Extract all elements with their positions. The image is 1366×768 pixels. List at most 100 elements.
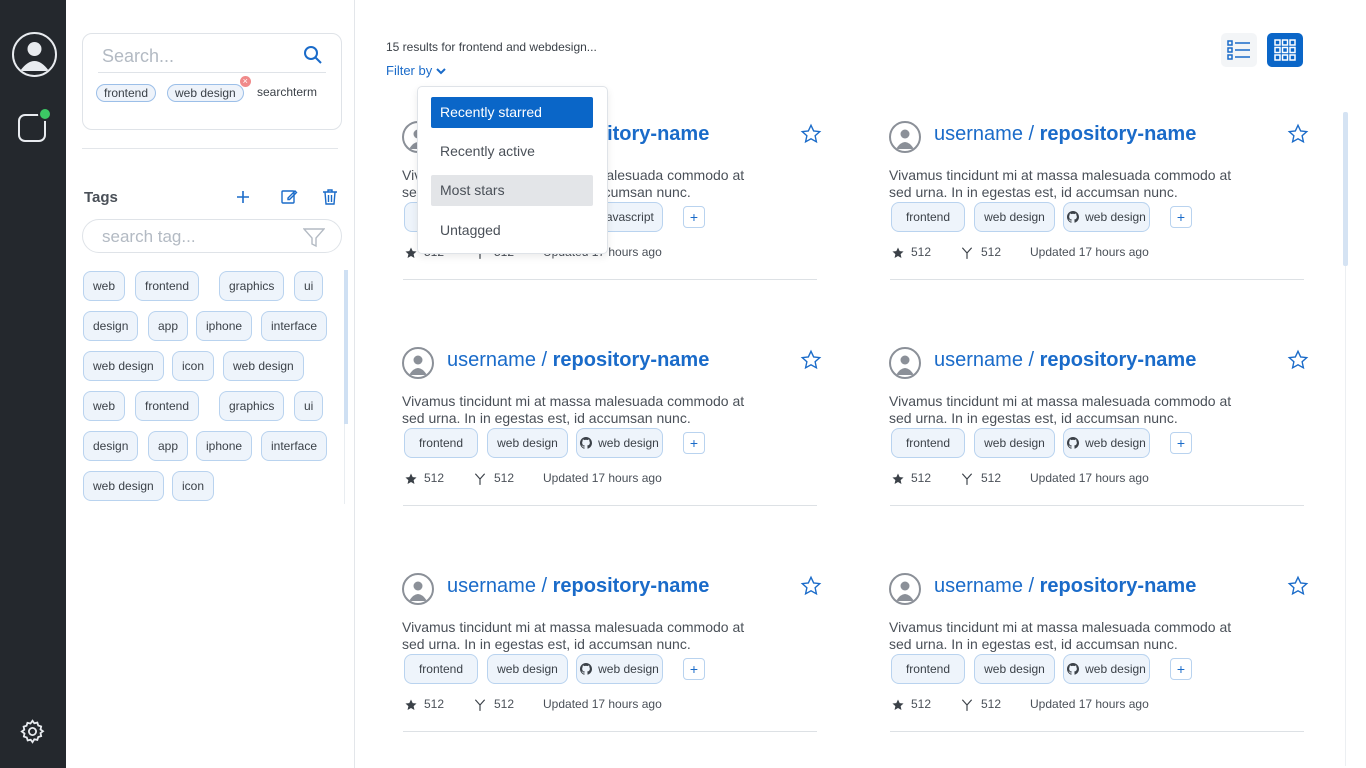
repo-tag-chip[interactable]: web design <box>576 428 663 458</box>
tag-chip[interactable]: iphone <box>196 311 253 341</box>
main-scrollbar[interactable] <box>1343 112 1348 266</box>
repo-tag-chip[interactable]: frontend <box>891 428 965 458</box>
tag-chip[interactable]: graphics <box>219 391 285 421</box>
repositories-icon[interactable] <box>18 107 52 142</box>
tag-search-box[interactable]: search tag... <box>82 219 342 253</box>
star-outline-icon[interactable] <box>1287 575 1309 597</box>
grid-view-icon <box>1274 39 1296 61</box>
fork-icon <box>474 473 486 485</box>
repo-tag-chip[interactable]: frontend <box>404 654 478 684</box>
repo-tag-chip[interactable]: web design <box>974 654 1055 684</box>
tag-chip[interactable]: ui <box>294 271 324 301</box>
tag-chip[interactable]: app <box>148 311 189 341</box>
repo-tag-label: frontend <box>418 436 464 450</box>
repo-tag-chip[interactable]: frontend <box>891 202 965 232</box>
menu-item-untagged[interactable]: Untagged <box>431 215 593 246</box>
tag-chip[interactable]: web <box>83 391 126 421</box>
card-divider <box>403 505 817 506</box>
sidebar: Search... frontend web design × searchter… <box>66 0 355 768</box>
star-outline-icon[interactable] <box>800 123 822 145</box>
tag-chip[interactable]: graphics <box>219 271 285 301</box>
repo-tag-label: web design <box>984 662 1045 676</box>
tag-chip[interactable]: web design <box>83 471 164 501</box>
tag-chip[interactable]: icon <box>172 351 215 381</box>
repo-title-link[interactable]: username / repository-name <box>447 349 709 372</box>
repo-tag-chip[interactable]: web design <box>487 428 568 458</box>
repo-title-link[interactable]: username / repository-name <box>934 123 1196 146</box>
search-input[interactable]: Search... <box>102 46 174 67</box>
star-filled-icon <box>405 247 417 258</box>
repo-tag-chip[interactable]: web design <box>576 654 663 684</box>
repo-title-link[interactable]: username / repository-name <box>934 575 1196 598</box>
tag-chip[interactable]: design <box>83 431 139 461</box>
repo-owner: username <box>934 575 1023 597</box>
grid-view-button[interactable] <box>1267 33 1303 67</box>
add-tag-icon[interactable] <box>232 186 254 208</box>
search-tag-chip[interactable]: web design × <box>167 76 251 102</box>
repo-tag-chip[interactable]: frontend <box>891 654 965 684</box>
github-icon <box>580 437 593 449</box>
repo-title-link[interactable]: username / repository-name <box>447 575 709 598</box>
tag-chip[interactable]: frontend <box>135 271 200 301</box>
tag-chip[interactable]: interface <box>261 431 328 461</box>
delete-tag-icon[interactable] <box>319 186 341 208</box>
owner-avatar-icon[interactable] <box>889 347 921 379</box>
search-icon[interactable] <box>303 45 323 65</box>
filter-by-button[interactable]: Filter by <box>386 63 446 78</box>
repo-tag-chip[interactable]: web design <box>1063 202 1150 232</box>
results-summary: 15 results for frontend and webdesign... <box>386 40 597 54</box>
add-repo-tag-button[interactable]: + <box>683 658 705 680</box>
repo-tag-chip[interactable]: web design <box>487 654 568 684</box>
owner-avatar-icon[interactable] <box>889 573 921 605</box>
star-outline-icon[interactable] <box>1287 123 1309 145</box>
repo-owner: username <box>447 349 536 371</box>
tag-chip[interactable]: design <box>83 311 139 341</box>
menu-item-recently-starred[interactable]: Recently starred <box>431 97 593 128</box>
star-outline-icon[interactable] <box>800 575 822 597</box>
settings-gear-icon[interactable] <box>19 718 46 745</box>
repo-tag-chip[interactable]: web design <box>1063 428 1150 458</box>
fork-icon <box>961 247 973 259</box>
repo-tag-chip[interactable]: web design <box>974 428 1055 458</box>
menu-item-most-stars[interactable]: Most stars <box>431 175 593 206</box>
repo-tag-chip[interactable]: web design <box>974 202 1055 232</box>
edit-tag-icon[interactable] <box>278 186 300 208</box>
add-repo-tag-button[interactable]: + <box>1170 206 1192 228</box>
tag-chip[interactable]: iphone <box>196 431 253 461</box>
tag-chip[interactable]: app <box>148 431 189 461</box>
search-tag-chip[interactable]: frontend <box>96 84 157 102</box>
menu-item-recently-active[interactable]: Recently active <box>431 136 593 167</box>
tag-chip[interactable]: web design <box>223 351 304 381</box>
remove-tag-icon[interactable]: × <box>239 76 251 87</box>
filter-funnel-icon[interactable] <box>303 228 325 248</box>
owner-avatar-icon[interactable] <box>889 121 921 153</box>
tag-chip[interactable]: web <box>83 271 126 301</box>
tag-chip[interactable]: frontend <box>135 391 200 421</box>
add-repo-tag-button[interactable]: + <box>1170 658 1192 680</box>
chevron-down-icon <box>436 68 446 75</box>
add-repo-tag-button[interactable]: + <box>1170 432 1192 454</box>
repo-tag-chip[interactable]: frontend <box>404 428 478 458</box>
add-repo-tag-button[interactable]: + <box>683 206 705 228</box>
sidebar-scroll-thumb[interactable] <box>344 270 348 424</box>
repo-title-link[interactable]: username / repository-name <box>934 349 1196 372</box>
updated-time: Updated 17 hours ago <box>1030 245 1149 259</box>
tag-chip[interactable]: icon <box>172 471 215 501</box>
search-box[interactable]: Search... frontend web design × searchter… <box>82 33 342 130</box>
updated-time: Updated 17 hours ago <box>1030 697 1149 711</box>
repo-card: username / repository-name Vivamus tincid… <box>889 99 1313 325</box>
tag-search-input[interactable]: search tag... <box>102 227 196 247</box>
star-outline-icon[interactable] <box>800 349 822 371</box>
user-avatar-icon[interactable] <box>12 32 57 77</box>
tag-chip[interactable]: web design <box>83 351 164 381</box>
tag-chip[interactable]: interface <box>261 311 328 341</box>
tag-chip[interactable]: ui <box>294 391 324 421</box>
repo-tag-chip[interactable]: web design <box>1063 654 1150 684</box>
list-view-button[interactable] <box>1221 33 1257 67</box>
sidebar-scrollbar[interactable] <box>344 270 348 424</box>
repo-card: username / repository-name Vivamus tincid… <box>402 325 826 551</box>
star-outline-icon[interactable] <box>1287 349 1309 371</box>
owner-avatar-icon[interactable] <box>402 573 434 605</box>
owner-avatar-icon[interactable] <box>402 347 434 379</box>
add-repo-tag-button[interactable]: + <box>683 432 705 454</box>
